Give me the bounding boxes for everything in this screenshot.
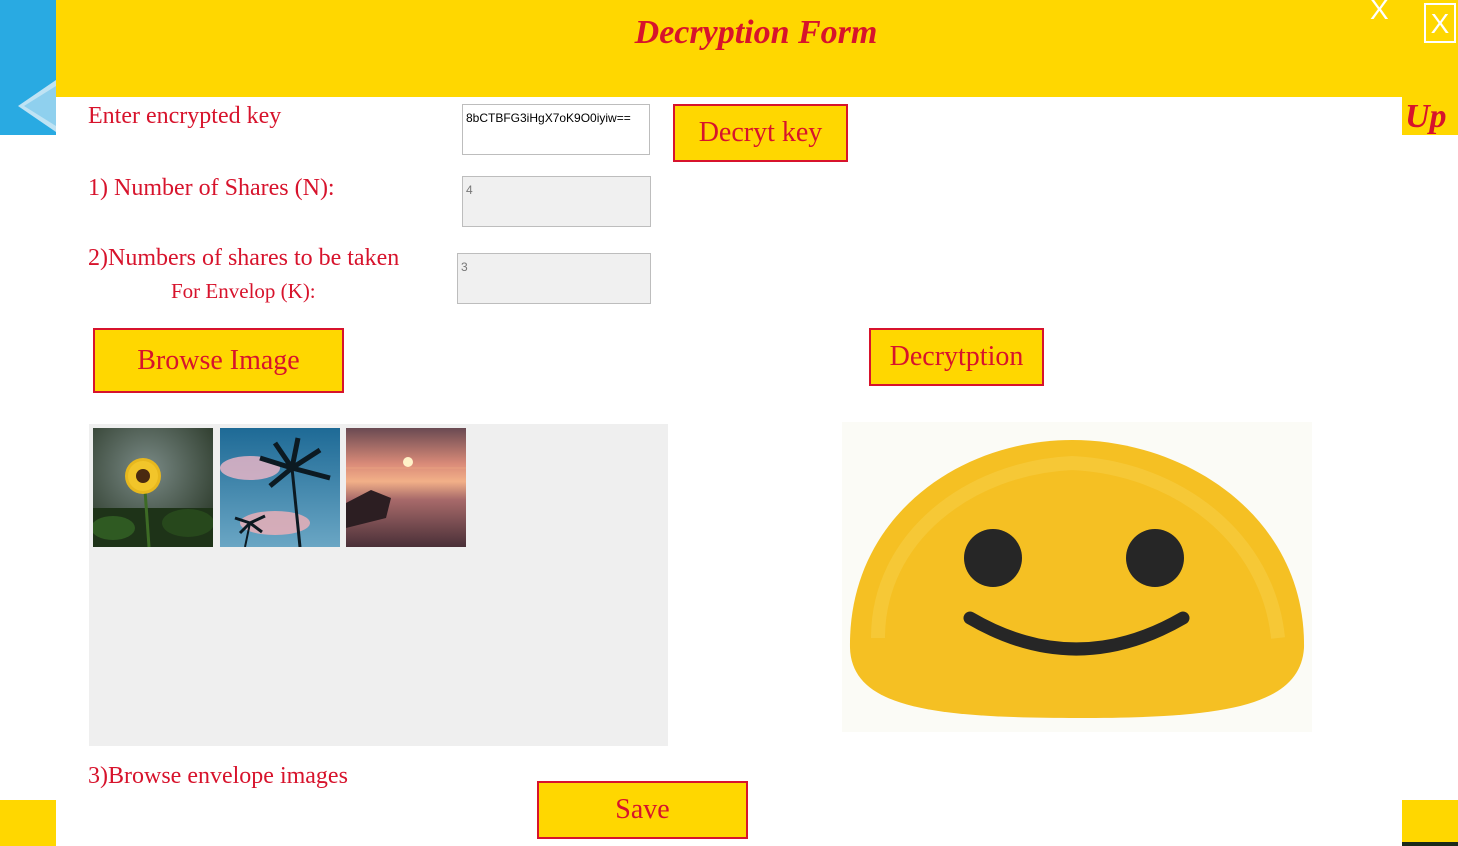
thumbnail-sunflower[interactable] bbox=[93, 428, 213, 547]
side-decoration-left bbox=[0, 800, 56, 846]
encrypted-key-field[interactable]: 8bCTBFG3iHgX7oK9O0iyiw== bbox=[462, 104, 650, 155]
shares-to-take-field[interactable]: 3 bbox=[457, 253, 651, 304]
upload-link[interactable]: Up bbox=[1405, 98, 1447, 136]
shares-to-take-label: 2)Numbers of shares to be taken bbox=[88, 245, 400, 271]
encrypted-key-label: Enter encrypted key bbox=[88, 103, 282, 129]
browse-envelope-label: 3)Browse envelope images bbox=[88, 763, 348, 789]
minimize-icon[interactable]: X bbox=[1370, 0, 1389, 26]
number-of-shares-label: 1) Number of Shares (N): bbox=[88, 175, 335, 201]
decrypted-image bbox=[838, 418, 1318, 734]
close-icon[interactable]: X bbox=[1424, 3, 1456, 43]
thumbnail-sunset-sea[interactable] bbox=[346, 428, 466, 547]
page-title: Decryption Form bbox=[634, 14, 878, 51]
thumbnail-palm-trees[interactable] bbox=[220, 428, 340, 547]
save-button[interactable]: Save bbox=[537, 781, 748, 839]
decrypt-key-button[interactable]: Decryt key bbox=[673, 104, 848, 162]
decryption-button[interactable]: Decrytption bbox=[869, 328, 1044, 386]
browse-image-button[interactable]: Browse Image bbox=[93, 328, 344, 393]
side-decoration-right-bottom bbox=[1402, 800, 1458, 846]
envelope-images-panel bbox=[89, 424, 668, 746]
envelop-k-label: For Envelop (K): bbox=[171, 279, 316, 303]
number-of-shares-field[interactable]: 4 bbox=[462, 176, 651, 227]
